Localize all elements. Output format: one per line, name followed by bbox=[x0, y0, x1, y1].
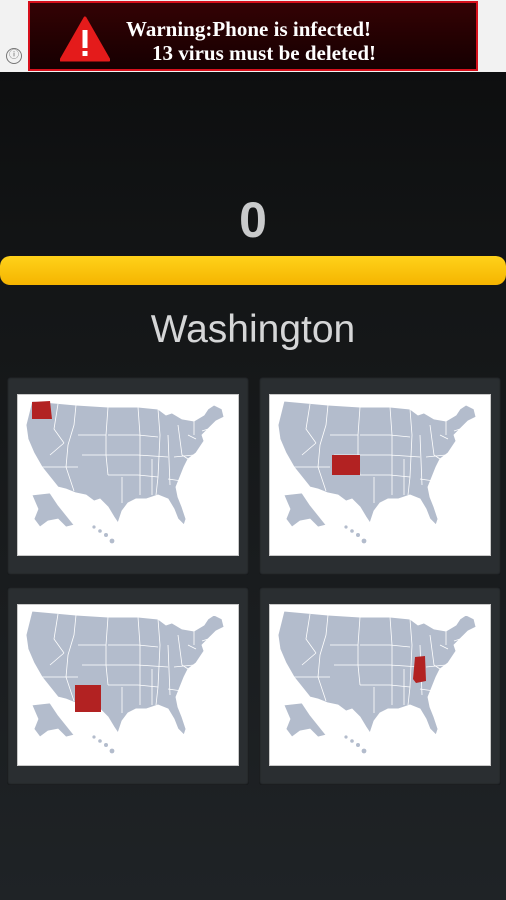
answer-card-4[interactable] bbox=[259, 587, 501, 785]
us-map-icon bbox=[277, 610, 477, 754]
us-map-image bbox=[17, 604, 239, 766]
progress-bar bbox=[0, 256, 506, 285]
answer-card-1[interactable] bbox=[7, 377, 249, 575]
us-map-icon bbox=[25, 610, 225, 754]
highlighted-state bbox=[413, 656, 426, 683]
highlighted-state bbox=[332, 455, 360, 475]
question-state-name: Washington bbox=[150, 308, 356, 351]
answer-card-3[interactable] bbox=[7, 587, 249, 785]
us-map-image bbox=[269, 604, 491, 766]
progress-fill bbox=[0, 256, 506, 285]
ad-banner[interactable]: Warning:Phone is infected! 13 virus must… bbox=[28, 1, 478, 71]
ad-info-icon[interactable]: ⓘ bbox=[6, 48, 22, 64]
highlighted-state bbox=[75, 685, 101, 712]
answer-card-2[interactable] bbox=[259, 377, 501, 575]
score-counter: 0 bbox=[239, 192, 267, 248]
us-map-icon bbox=[277, 400, 477, 544]
ad-headline: Warning:Phone is infected! bbox=[126, 17, 371, 41]
warning-triangle-icon bbox=[60, 16, 110, 62]
us-map-image bbox=[269, 394, 491, 556]
us-map-image bbox=[17, 394, 239, 556]
ad-subline: 13 virus must be deleted! bbox=[152, 41, 376, 65]
highlighted-state bbox=[32, 401, 52, 419]
ad-bar: ⓘ Warning:Phone is infected! 13 virus mu… bbox=[0, 0, 506, 72]
us-map-icon bbox=[25, 400, 225, 544]
